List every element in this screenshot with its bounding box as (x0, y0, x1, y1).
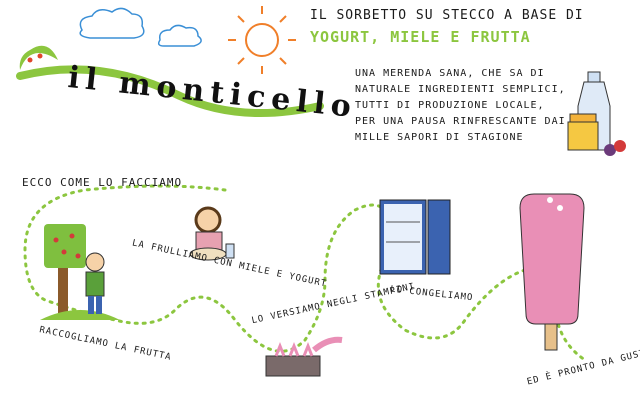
tree-icon (40, 224, 120, 320)
popsicle-icon (519, 193, 585, 351)
process-intro: Ecco come lo facciamo (22, 176, 183, 189)
description-text: Una merenda sana, che sa di naturale ing… (355, 68, 566, 143)
sun-icon (228, 6, 296, 74)
cloud-icon (157, 24, 202, 47)
mold-icon (265, 336, 343, 377)
cloud-icon (79, 7, 145, 39)
headline-line1: il sorbetto su stecco a base di (310, 8, 584, 23)
headline-line2: yogurt, miele e frutta (310, 28, 531, 46)
child-icon (85, 252, 105, 314)
freezer-icon (379, 199, 451, 275)
